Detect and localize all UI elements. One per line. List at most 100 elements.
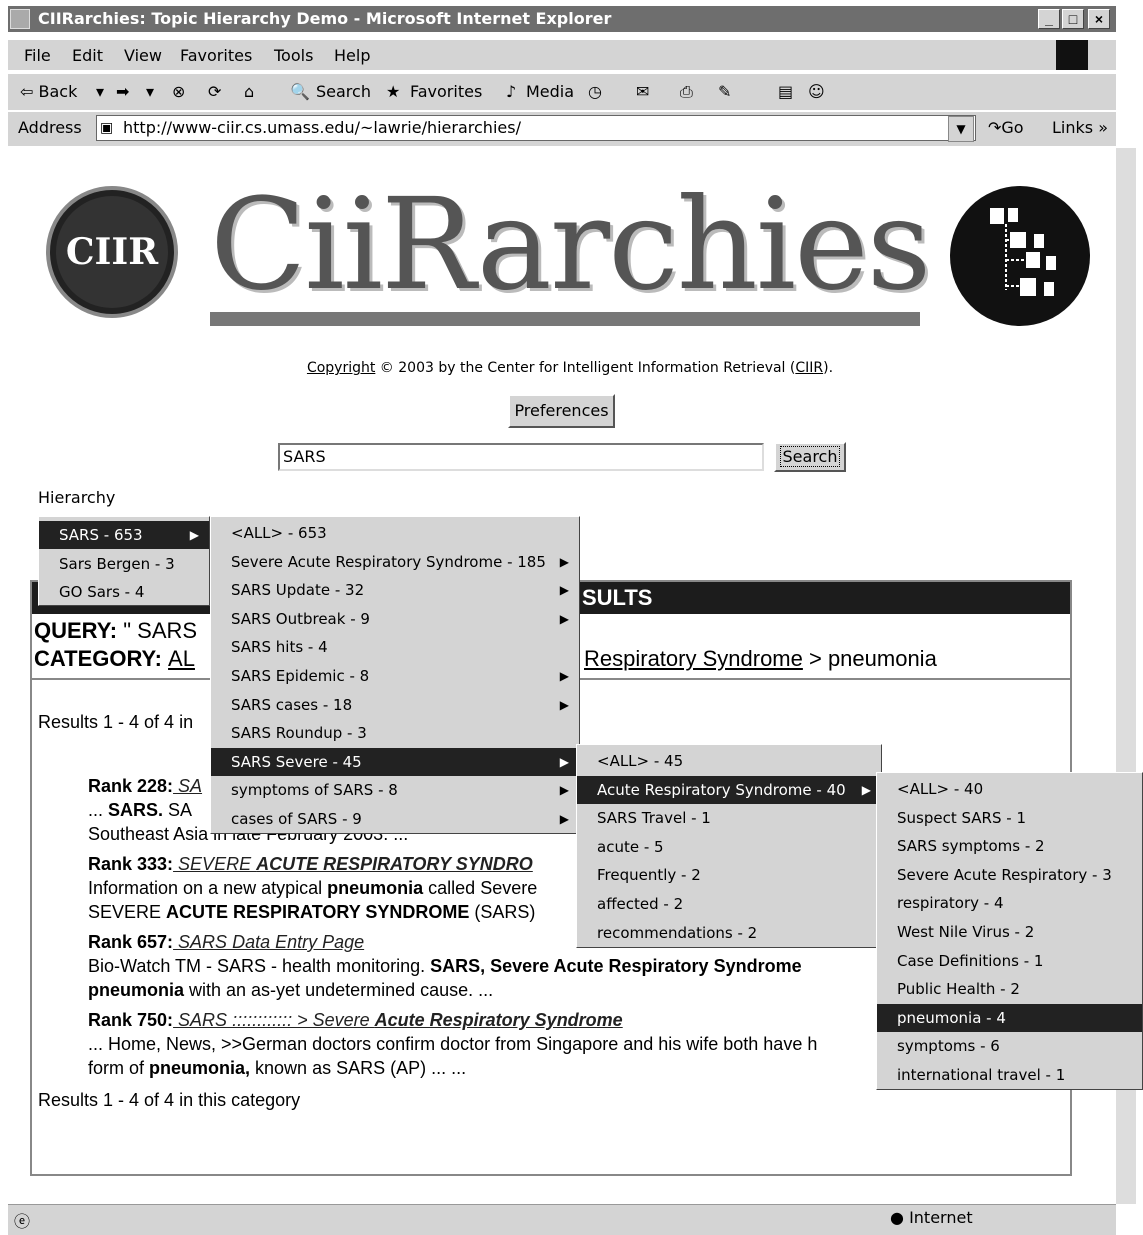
forward-button[interactable]: ➡ <box>116 82 129 101</box>
menu-item[interactable]: symptoms of SARS - 8 ▶ <box>211 776 579 804</box>
search-toolbar-button[interactable]: Search <box>316 82 371 101</box>
menu-item[interactable]: Sars Bergen - 3 <box>39 550 209 578</box>
menu-item-label: SARS Epidemic - 8 <box>231 667 370 685</box>
menu-item[interactable]: SARS Outbreak - 9 ▶ <box>211 605 579 633</box>
menu-item[interactable]: <ALL> - 653 <box>211 519 579 547</box>
menu-item[interactable]: GO Sars - 4 <box>39 578 209 606</box>
submenu-arrow-icon: ▶ <box>189 528 199 542</box>
menu-item[interactable]: SARS Severe - 45 ▶ <box>211 747 579 776</box>
menu-tools[interactable]: Tools <box>274 46 313 65</box>
menu-item[interactable]: SARS Roundup - 3 <box>211 719 579 747</box>
menu-item[interactable]: international travel - 1 <box>877 1061 1142 1089</box>
close-button[interactable]: × <box>1088 9 1110 29</box>
address-dropdown-icon[interactable]: ▼ <box>948 116 974 142</box>
menu-file[interactable]: File <box>24 46 51 65</box>
ciir-link[interactable]: CIIR <box>795 360 823 376</box>
go-arrow-icon: ↷ <box>988 118 1002 137</box>
menu-item-label: Suspect SARS - 1 <box>897 808 1026 827</box>
menu-item-label: <ALL> - 40 <box>897 780 984 798</box>
favorites-toolbar-button[interactable]: Favorites <box>410 82 482 101</box>
menu-edit[interactable]: Edit <box>72 46 103 65</box>
home-icon[interactable]: ⌂ <box>244 82 254 101</box>
menu-item[interactable]: Severe Acute Respiratory Syndrome - 185 ▶ <box>211 548 579 576</box>
result-link[interactable]: SA <box>173 776 202 796</box>
forward-dropdown-icon[interactable]: ▾ <box>146 82 154 101</box>
menu-item[interactable]: Severe Acute Respiratory - 3 <box>877 861 1142 889</box>
category-path-link[interactable]: Respiratory Syndrome <box>584 646 803 671</box>
hierarchy-label: Hierarchy <box>38 488 116 507</box>
menu-item[interactable]: SARS Epidemic - 8 ▶ <box>211 662 579 690</box>
submenu-arrow-icon: ▶ <box>559 583 569 598</box>
result-link[interactable]: SARS :::::::::::: > Severe Acute Respira… <box>173 1010 623 1030</box>
submenu-arrow-icon: ▶ <box>559 669 569 683</box>
menu-item-label: cases of SARS - 9 <box>231 810 362 828</box>
minimize-button[interactable]: _ <box>1038 9 1060 29</box>
preferences-button[interactable]: Preferences <box>508 394 615 428</box>
menu-view[interactable]: View <box>124 46 162 65</box>
menu-item[interactable]: Public Health - 2 <box>877 975 1142 1003</box>
address-label: Address <box>18 118 82 137</box>
address-input[interactable]: http://www-ciir.cs.umass.edu/~lawrie/hie… <box>96 115 976 141</box>
result-link[interactable]: SARS Data Entry Page <box>173 932 364 952</box>
back-dropdown-icon[interactable]: ▾ <box>96 82 104 101</box>
window-title-bar[interactable]: CIIRarchies: Topic Hierarchy Demo - Micr… <box>8 6 1116 32</box>
menu-item[interactable]: SARS symptoms - 2 <box>877 832 1142 860</box>
back-button[interactable]: ⇦ Back <box>20 82 77 101</box>
menu-item-label: <ALL> - 45 <box>597 752 684 770</box>
menu-item[interactable]: SARS cases - 18 ▶ <box>211 691 579 719</box>
menu-item-label: Public Health - 2 <box>897 980 1020 999</box>
menu-item[interactable]: Case Definitions - 1 <box>877 947 1142 975</box>
go-button[interactable]: ↷Go <box>988 118 1024 137</box>
result-item: Rank 750: SARS :::::::::::: > Severe Acu… <box>88 1010 818 1078</box>
menu-item[interactable]: affected - 2 <box>577 890 881 918</box>
media-toolbar-button[interactable]: Media <box>526 82 574 101</box>
menu-item[interactable]: SARS Travel - 1 <box>577 804 881 832</box>
menu-item-label: SARS cases - 18 <box>231 695 353 714</box>
menu-item[interactable]: Suspect SARS - 1 <box>877 804 1142 832</box>
hierarchy-menu-level3: <ALL> - 45 Acute Respiratory Syndrome - 4… <box>576 744 882 948</box>
ciir-logo-text: CIIR <box>56 196 168 308</box>
menu-item[interactable]: <ALL> - 40 <box>877 775 1142 803</box>
refresh-icon[interactable]: ⟳ <box>208 82 221 101</box>
menu-item[interactable]: symptoms - 6 <box>877 1032 1142 1060</box>
menu-item[interactable]: pneumonia - 4 <box>877 1003 1142 1032</box>
maximize-button[interactable]: □ <box>1062 9 1084 29</box>
stop-icon[interactable]: ⊗ <box>172 82 185 101</box>
edit-icon[interactable]: ✎ <box>718 82 731 101</box>
mail-icon[interactable]: ✉ <box>636 82 649 101</box>
copyright-link[interactable]: Copyright <box>307 360 375 376</box>
title-underline <box>210 312 920 326</box>
messenger-icon[interactable]: ☺ <box>808 82 825 101</box>
print-icon[interactable]: ⎙ <box>680 82 693 102</box>
menu-item[interactable]: recommendations - 2 <box>577 919 881 947</box>
hierarchy-logo-icon <box>950 186 1090 326</box>
menu-item[interactable]: <ALL> - 45 <box>577 747 881 775</box>
history-icon[interactable]: ◷ <box>588 82 602 101</box>
menu-item[interactable]: acute - 5 <box>577 833 881 861</box>
menu-item-label: Acute Respiratory Syndrome - 40 <box>597 780 846 799</box>
query-line: QUERY: " SARS <box>34 618 198 643</box>
menu-item-label: SARS symptoms - 2 <box>897 837 1045 856</box>
menu-favorites[interactable]: Favorites <box>180 46 252 65</box>
menu-help[interactable]: Help <box>334 46 370 65</box>
menu-item-label: Frequently - 2 <box>597 866 701 885</box>
menu-item[interactable]: cases of SARS - 9 ▶ <box>211 805 579 833</box>
menu-item[interactable]: respiratory - 4 <box>877 889 1142 917</box>
search-button[interactable]: Search <box>774 442 846 472</box>
menu-item-label: symptoms of SARS - 8 <box>231 781 398 800</box>
menu-item-label: SARS Update - 32 <box>231 581 365 600</box>
menu-item[interactable]: SARS Update - 32 ▶ <box>211 576 579 604</box>
menu-item[interactable]: SARS hits - 4 <box>211 633 579 661</box>
menu-item-label: Case Definitions - 1 <box>897 951 1044 970</box>
discuss-icon[interactable]: ▤ <box>778 82 793 101</box>
links-button[interactable]: Links » <box>1052 118 1108 137</box>
search-icon: 🔍 <box>290 82 310 101</box>
category-all-link[interactable]: AL <box>168 646 195 671</box>
result-link[interactable]: SEVERE ACUTE RESPIRATORY SYNDRO <box>173 854 533 874</box>
menu-item[interactable]: SARS - 653 ▶ <box>39 521 209 549</box>
search-input[interactable]: SARS <box>278 443 764 471</box>
menu-item[interactable]: Acute Respiratory Syndrome - 40 ▶ <box>577 775 881 804</box>
menu-item[interactable]: Frequently - 2 <box>577 861 881 889</box>
submenu-arrow-icon: ▶ <box>559 554 569 569</box>
menu-item[interactable]: West Nile Virus - 2 <box>877 918 1142 946</box>
